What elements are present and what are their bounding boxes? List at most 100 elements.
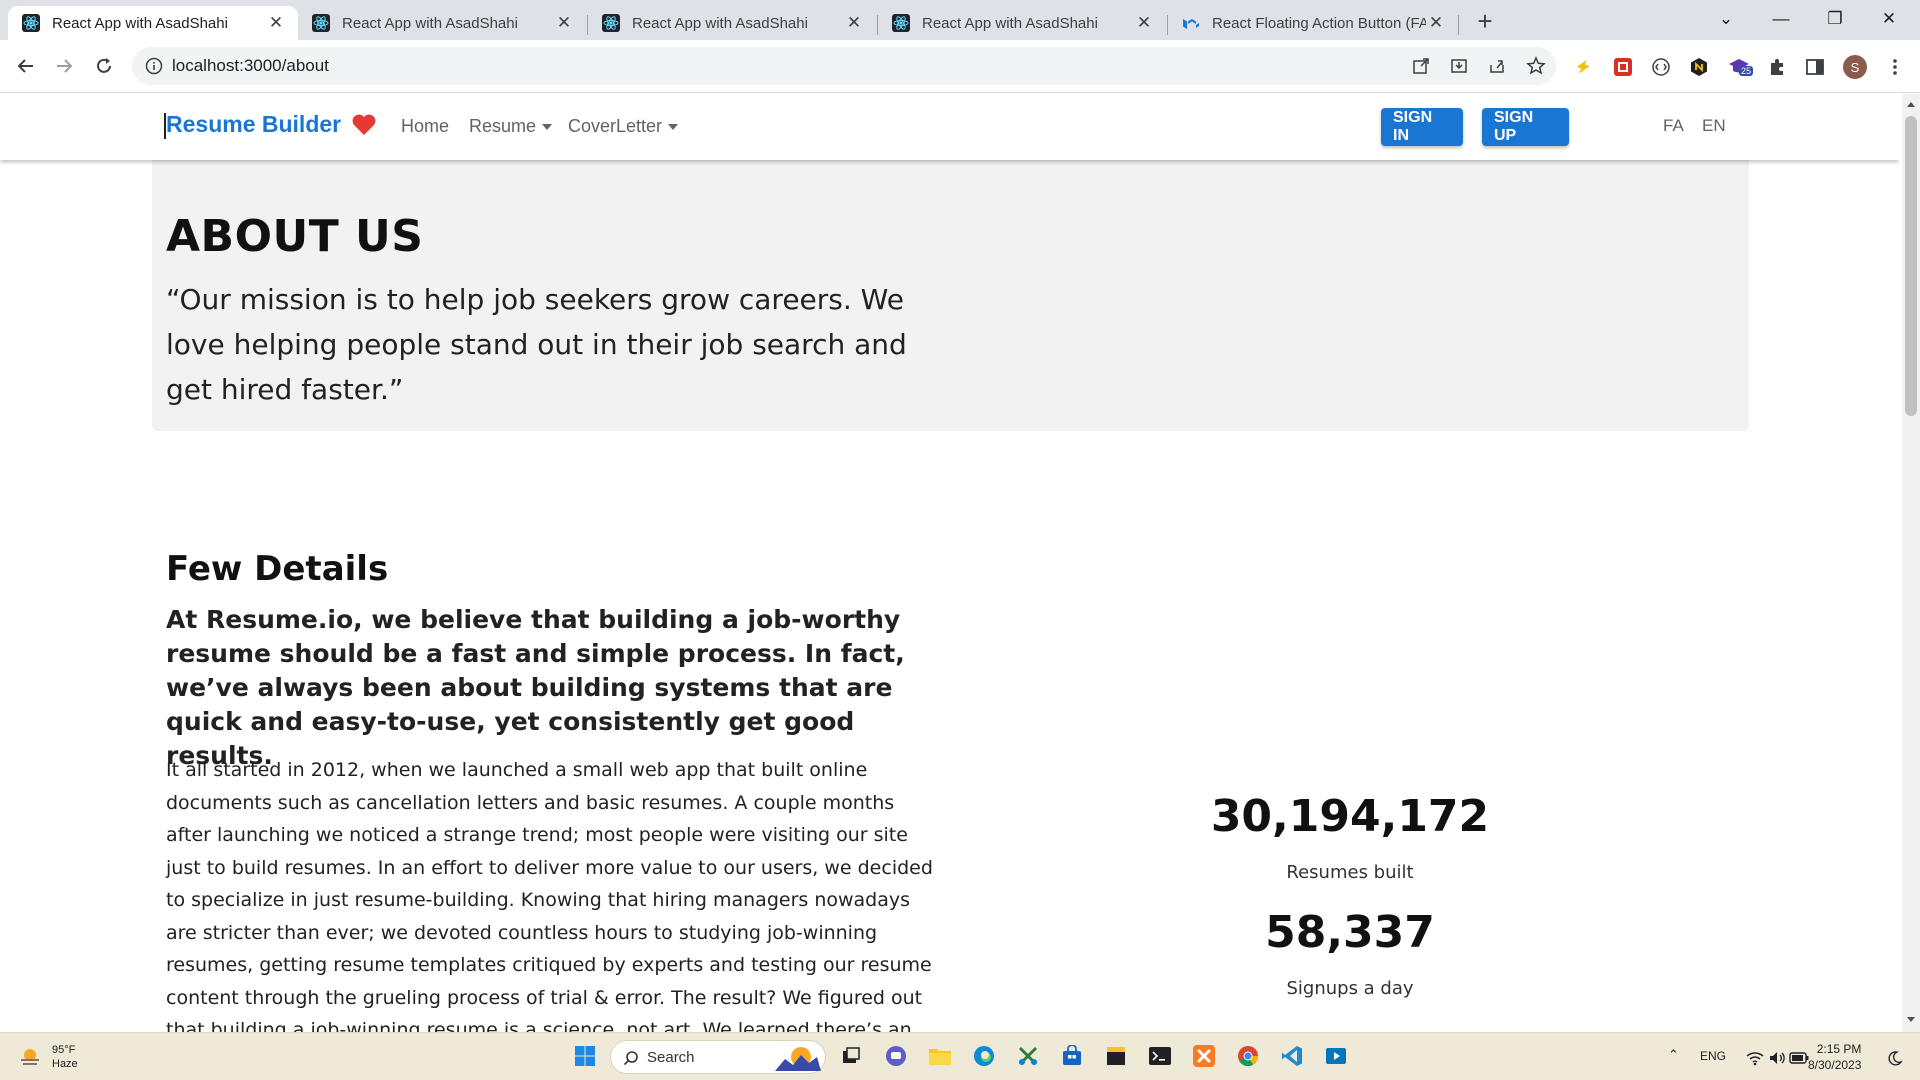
- section-body: It all started in 2012, when we launched…: [166, 759, 933, 1032]
- browser-tab[interactable]: React Floating Action Button (FAB) ✕: [1168, 6, 1458, 40]
- react-favicon-icon: [892, 14, 910, 32]
- search-placeholder: Search: [647, 1049, 695, 1066]
- nav-dropdown-resume[interactable]: Resume: [469, 116, 553, 137]
- extension-graduation-icon[interactable]: 25: [1726, 54, 1754, 80]
- input-language[interactable]: ENG: [1700, 1049, 1726, 1063]
- windows-taskbar: 95°F Haze Search ⌃ ENG 2:15 PM 8/30/2023: [0, 1032, 1920, 1080]
- microsoft-store-icon[interactable]: [1057, 1041, 1087, 1071]
- page-scrollbar[interactable]: [1902, 94, 1920, 1032]
- scroll-up-icon[interactable]: [1906, 100, 1916, 108]
- bookmark-star-icon[interactable]: [1526, 56, 1546, 76]
- close-tab-icon[interactable]: ✕: [1426, 13, 1446, 33]
- caret-down-icon: [542, 123, 553, 130]
- browser-tab-strip: React App with AsadShahi ✕ React App wit…: [0, 0, 1920, 40]
- nav-dropdown-coverletter[interactable]: CoverLetter: [568, 116, 679, 137]
- mui-favicon-icon: [1183, 19, 1199, 29]
- browser-tab[interactable]: React App with AsadShahi ✕: [298, 6, 586, 40]
- browser-menu-icon[interactable]: [1882, 54, 1908, 80]
- heart-icon: [352, 114, 376, 135]
- stat-label-resumes: Resumes built: [1286, 862, 1414, 883]
- back-button[interactable]: [12, 52, 40, 80]
- browser-tab[interactable]: React App with AsadShahi ✕: [588, 6, 876, 40]
- profile-avatar[interactable]: S: [1842, 54, 1868, 80]
- system-clock[interactable]: 2:15 PM 8/30/2023: [1808, 1041, 1861, 1073]
- extension-hexagon-icon[interactable]: [1686, 54, 1712, 80]
- restore-icon[interactable]: ❐: [1812, 4, 1858, 34]
- browser-toolbar: localhost:3000/about 25 S: [0, 40, 1920, 93]
- language-fa-button[interactable]: FA: [1663, 116, 1684, 136]
- snipping-tool-icon[interactable]: [1013, 1041, 1043, 1071]
- search-highlight-icon: [775, 1047, 821, 1071]
- tab-title: React App with AsadShahi: [922, 14, 1098, 32]
- close-window-icon[interactable]: ✕: [1866, 4, 1912, 34]
- close-tab-icon[interactable]: ✕: [554, 13, 574, 33]
- close-tab-icon[interactable]: ✕: [1134, 13, 1154, 33]
- url-text[interactable]: localhost:3000/about: [172, 56, 329, 76]
- brand-logo[interactable]: Resume Builder: [163, 111, 377, 139]
- extensions-puzzle-icon[interactable]: [1764, 54, 1790, 80]
- extension-lightning-icon[interactable]: [1570, 54, 1596, 80]
- scroll-thumb[interactable]: [1905, 116, 1917, 416]
- haze-sun-icon: [21, 1049, 39, 1065]
- nav-link-home[interactable]: Home: [401, 116, 449, 137]
- browser-tab[interactable]: React App with AsadShahi ✕: [878, 6, 1166, 40]
- vscode-icon[interactable]: [1277, 1041, 1307, 1071]
- minimize-icon[interactable]: —: [1758, 4, 1804, 34]
- address-bar[interactable]: localhost:3000/about: [132, 47, 1556, 85]
- web-page: Resume Builder Home Resume CoverLetter S…: [0, 94, 1899, 1032]
- brand-name: Resume Builder: [166, 111, 342, 137]
- new-tab-button[interactable]: +: [1470, 7, 1500, 37]
- task-view-icon[interactable]: [836, 1041, 866, 1071]
- react-favicon-icon: [312, 14, 330, 32]
- extension-red-icon[interactable]: [1610, 54, 1636, 80]
- stat-value-resumes: 30,194,172: [1210, 791, 1490, 842]
- taskbar-search-box[interactable]: Search: [610, 1040, 826, 1074]
- language-en-button[interactable]: EN: [1702, 116, 1726, 136]
- sign-in-button[interactable]: SIGN IN: [1381, 108, 1463, 146]
- xampp-icon[interactable]: [1189, 1041, 1219, 1071]
- page-title: ABOUT US: [166, 211, 424, 262]
- edge-browser-icon[interactable]: [969, 1041, 999, 1071]
- search-icon: [623, 1051, 638, 1066]
- nav-link-label: Resume: [469, 116, 537, 136]
- tab-separator: [1458, 15, 1459, 35]
- tray-overflow-icon[interactable]: ⌃: [1668, 1047, 1679, 1063]
- section-lead: At Resume.io, we believe that building a…: [166, 605, 905, 770]
- extension-badge: 25: [1739, 66, 1754, 76]
- tab-title: React App with AsadShahi: [342, 14, 518, 32]
- tab-search-icon[interactable]: ⌄: [1703, 4, 1749, 34]
- close-tab-icon[interactable]: ✕: [844, 13, 864, 33]
- open-in-window-icon[interactable]: [1412, 57, 1430, 75]
- arrow-right-icon: [57, 59, 73, 73]
- teams-chat-icon[interactable]: [881, 1041, 911, 1071]
- weather-temperature: 95°F: [52, 1044, 76, 1056]
- mission-quote: “Our mission is to help job seekers grow…: [166, 283, 907, 406]
- stat-value-signups: 58,337: [1265, 907, 1435, 958]
- clock-date: 8/30/2023: [1808, 1058, 1862, 1072]
- windows-start-icon[interactable]: [570, 1041, 600, 1071]
- close-tab-icon[interactable]: ✕: [266, 13, 286, 33]
- info-icon[interactable]: [145, 57, 163, 75]
- forward-button[interactable]: [50, 52, 78, 80]
- notification-moon-icon[interactable]: [1880, 1043, 1910, 1073]
- reload-icon: [97, 58, 111, 73]
- reload-button[interactable]: [90, 52, 118, 80]
- install-app-icon[interactable]: [1450, 57, 1468, 75]
- extension-code-icon[interactable]: [1648, 54, 1674, 80]
- sticky-notes-icon[interactable]: [1101, 1041, 1131, 1071]
- weather-widget[interactable]: 95°F Haze: [18, 1043, 78, 1071]
- share-icon[interactable]: [1488, 57, 1506, 75]
- terminal-icon[interactable]: [1145, 1041, 1175, 1071]
- weather-description: Haze: [52, 1058, 78, 1070]
- react-favicon-icon: [602, 14, 620, 32]
- stat-label-signups: Signups a day: [1286, 978, 1414, 999]
- browser-tab[interactable]: React App with AsadShahi ✕: [8, 6, 298, 40]
- tab-title: React App with AsadShahi: [632, 14, 808, 32]
- sign-up-button[interactable]: SIGN UP: [1482, 108, 1569, 146]
- tab-title: React App with AsadShahi: [52, 14, 228, 32]
- media-player-icon[interactable]: [1321, 1041, 1351, 1071]
- chrome-browser-icon[interactable]: [1233, 1041, 1263, 1071]
- scroll-down-icon[interactable]: [1906, 1016, 1916, 1024]
- file-explorer-icon[interactable]: [925, 1041, 955, 1071]
- side-panel-icon[interactable]: [1802, 54, 1828, 80]
